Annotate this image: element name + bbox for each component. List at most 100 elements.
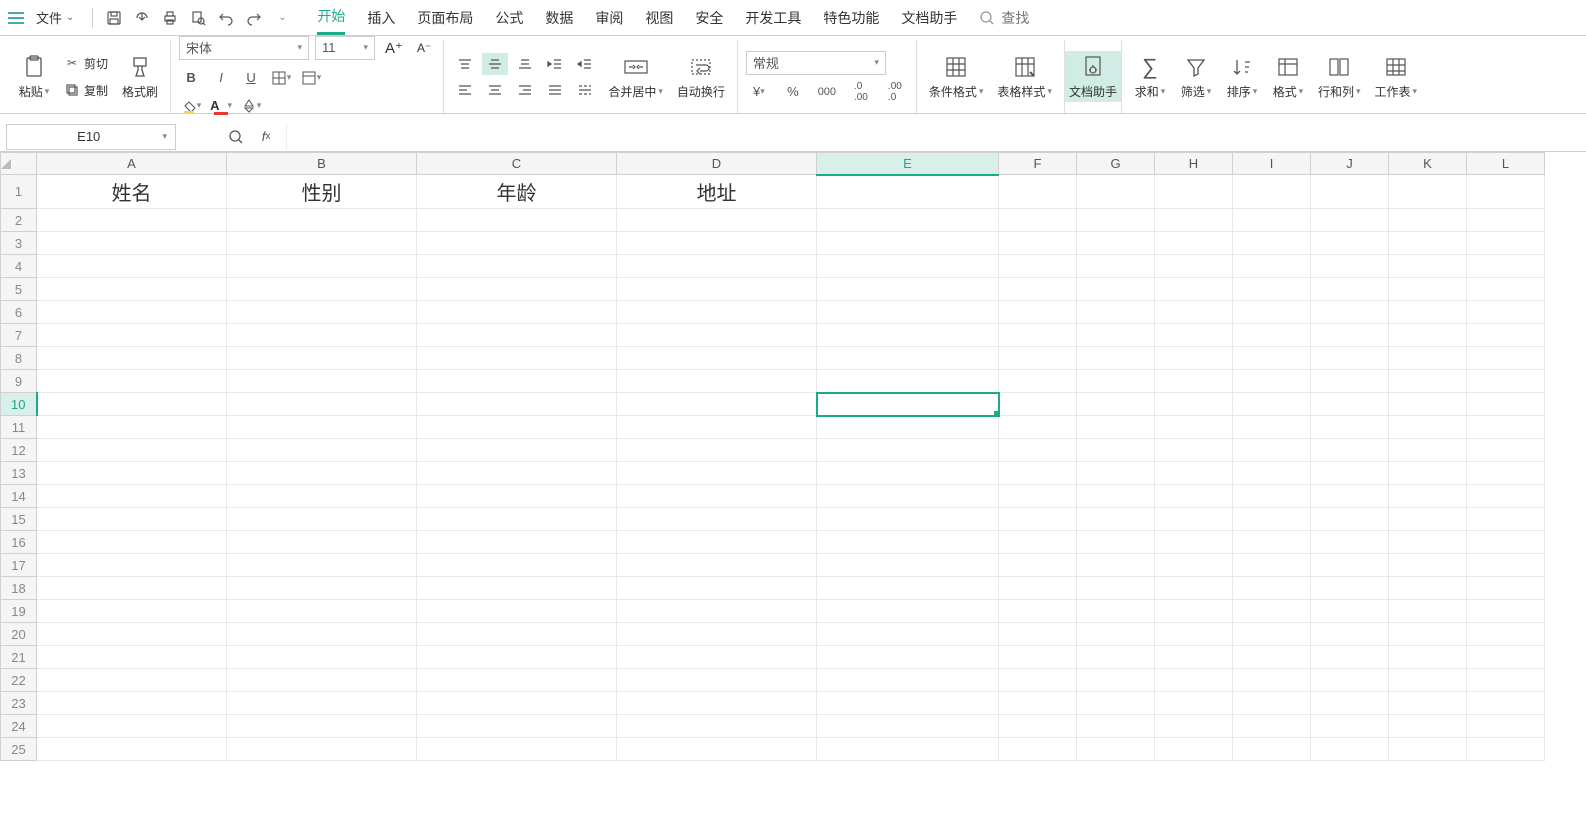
cell-J13[interactable] — [1311, 462, 1389, 485]
cell-C5[interactable] — [417, 278, 617, 301]
cell-H17[interactable] — [1155, 554, 1233, 577]
number-format-select[interactable]: 常规▾ — [746, 51, 886, 75]
cell-E11[interactable] — [817, 416, 999, 439]
cell-I4[interactable] — [1233, 255, 1311, 278]
tab-dochelper[interactable]: 文档助手 — [901, 2, 957, 34]
cell-H5[interactable] — [1155, 278, 1233, 301]
cell-G23[interactable] — [1077, 692, 1155, 715]
cell-A3[interactable] — [37, 232, 227, 255]
cell-K25[interactable] — [1389, 738, 1467, 761]
cell-F1[interactable] — [999, 175, 1077, 209]
cell-A8[interactable] — [37, 347, 227, 370]
tab-devtools[interactable]: 开发工具 — [745, 2, 801, 34]
cell-G13[interactable] — [1077, 462, 1155, 485]
cell-B11[interactable] — [227, 416, 417, 439]
cell-I2[interactable] — [1233, 209, 1311, 232]
cell-F3[interactable] — [999, 232, 1077, 255]
cell-B3[interactable] — [227, 232, 417, 255]
cell-I1[interactable] — [1233, 175, 1311, 209]
cell-F13[interactable] — [999, 462, 1077, 485]
cell-E10[interactable] — [817, 393, 999, 416]
cell-I11[interactable] — [1233, 416, 1311, 439]
cell-E7[interactable] — [817, 324, 999, 347]
cell-D11[interactable] — [617, 416, 817, 439]
row-header-24[interactable]: 24 — [1, 715, 37, 738]
cell-D10[interactable] — [617, 393, 817, 416]
cell-L5[interactable] — [1467, 278, 1545, 301]
cell-C10[interactable] — [417, 393, 617, 416]
rowcol-button[interactable]: 行和列▾ — [1314, 51, 1365, 102]
cell-F17[interactable] — [999, 554, 1077, 577]
cell-D17[interactable] — [617, 554, 817, 577]
cell-B8[interactable] — [227, 347, 417, 370]
merge-center-button[interactable]: 合并居中▾ — [604, 51, 667, 102]
col-header-F[interactable]: F — [999, 153, 1077, 175]
cell-B25[interactable] — [227, 738, 417, 761]
cell-J2[interactable] — [1311, 209, 1389, 232]
cell-E16[interactable] — [817, 531, 999, 554]
undo-icon[interactable] — [217, 9, 235, 27]
cell-C13[interactable] — [417, 462, 617, 485]
cell-L1[interactable] — [1467, 175, 1545, 209]
cell-F8[interactable] — [999, 347, 1077, 370]
cell-C15[interactable] — [417, 508, 617, 531]
cell-E15[interactable] — [817, 508, 999, 531]
more-font-button[interactable]: ▾ — [239, 94, 263, 118]
cell-D4[interactable] — [617, 255, 817, 278]
cell-L19[interactable] — [1467, 600, 1545, 623]
cell-B12[interactable] — [227, 439, 417, 462]
cell-B9[interactable] — [227, 370, 417, 393]
cell-I24[interactable] — [1233, 715, 1311, 738]
cell-B6[interactable] — [227, 301, 417, 324]
cell-G3[interactable] — [1077, 232, 1155, 255]
cell-style-button[interactable]: ▾ — [299, 66, 323, 90]
cell-E3[interactable] — [817, 232, 999, 255]
cell-L8[interactable] — [1467, 347, 1545, 370]
row-header-2[interactable]: 2 — [1, 209, 37, 232]
qat-dropdown-icon[interactable]: ⌄ — [273, 9, 291, 27]
font-size-select[interactable]: 11▾ — [315, 36, 375, 60]
cell-H12[interactable] — [1155, 439, 1233, 462]
cell-L14[interactable] — [1467, 485, 1545, 508]
cell-K11[interactable] — [1389, 416, 1467, 439]
spreadsheet-grid[interactable]: ABCDEFGHIJKL1姓名性别年龄地址2345678910111213141… — [0, 152, 1586, 761]
row-header-12[interactable]: 12 — [1, 439, 37, 462]
cell-E14[interactable] — [817, 485, 999, 508]
cell-H15[interactable] — [1155, 508, 1233, 531]
cell-A14[interactable] — [37, 485, 227, 508]
currency-button[interactable]: ¥▾ — [746, 81, 772, 103]
cell-E13[interactable] — [817, 462, 999, 485]
cell-I8[interactable] — [1233, 347, 1311, 370]
cell-A11[interactable] — [37, 416, 227, 439]
cell-L11[interactable] — [1467, 416, 1545, 439]
cell-G21[interactable] — [1077, 646, 1155, 669]
cell-I12[interactable] — [1233, 439, 1311, 462]
cell-F10[interactable] — [999, 393, 1077, 416]
cell-J7[interactable] — [1311, 324, 1389, 347]
cell-H8[interactable] — [1155, 347, 1233, 370]
cell-B14[interactable] — [227, 485, 417, 508]
cell-D22[interactable] — [617, 669, 817, 692]
cell-B21[interactable] — [227, 646, 417, 669]
align-top-button[interactable] — [452, 53, 478, 75]
cell-F20[interactable] — [999, 623, 1077, 646]
cell-H19[interactable] — [1155, 600, 1233, 623]
cell-G15[interactable] — [1077, 508, 1155, 531]
cell-L22[interactable] — [1467, 669, 1545, 692]
row-header-20[interactable]: 20 — [1, 623, 37, 646]
cell-G20[interactable] — [1077, 623, 1155, 646]
cell-D2[interactable] — [617, 209, 817, 232]
cell-I7[interactable] — [1233, 324, 1311, 347]
cell-I18[interactable] — [1233, 577, 1311, 600]
cell-B4[interactable] — [227, 255, 417, 278]
cell-H9[interactable] — [1155, 370, 1233, 393]
cond-format-button[interactable]: 条件格式▾ — [925, 51, 988, 102]
tab-review[interactable]: 审阅 — [595, 2, 623, 34]
cell-H13[interactable] — [1155, 462, 1233, 485]
cell-A18[interactable] — [37, 577, 227, 600]
cell-J11[interactable] — [1311, 416, 1389, 439]
cell-E20[interactable] — [817, 623, 999, 646]
cell-E9[interactable] — [817, 370, 999, 393]
print-preview-icon[interactable] — [189, 9, 207, 27]
cell-H20[interactable] — [1155, 623, 1233, 646]
